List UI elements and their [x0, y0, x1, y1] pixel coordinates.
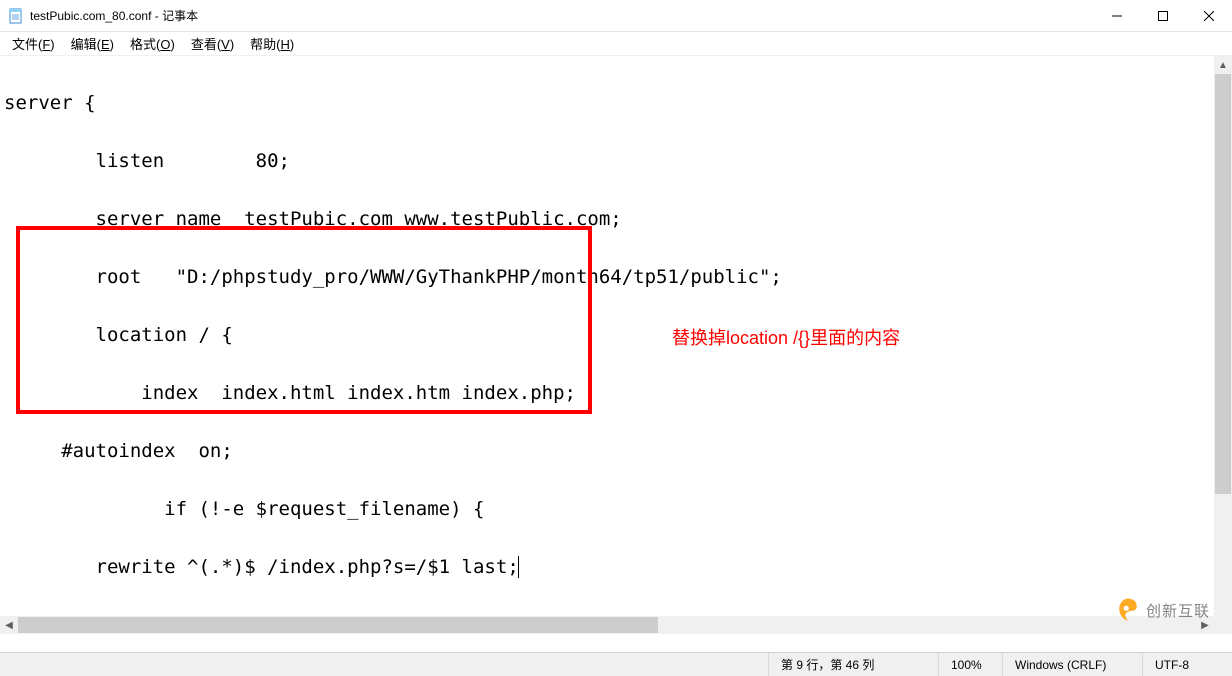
horizontal-scroll-track[interactable]	[18, 616, 1196, 634]
window-title: testPubic.com_80.conf - 记事本	[30, 7, 198, 24]
minimize-button[interactable]	[1094, 0, 1140, 31]
code-line[interactable]: rewrite ^(.*)$ /index.php?s=/$1 last;	[4, 553, 1210, 582]
status-eol: Windows (CRLF)	[1002, 653, 1142, 676]
menubar: 文件(F) 编辑(E) 格式(O) 查看(V) 帮助(H)	[0, 32, 1232, 56]
horizontal-scrollbar[interactable]: ◀ ▶	[0, 616, 1214, 634]
titlebar-left: testPubic.com_80.conf - 记事本	[0, 7, 198, 24]
menu-file[interactable]: 文件(F)	[4, 32, 63, 55]
code-line[interactable]: server {	[4, 89, 1210, 118]
statusbar: 第 9 行，第 46 列 100% Windows (CRLF) UTF-8	[0, 652, 1232, 676]
status-encoding: UTF-8	[1142, 653, 1232, 676]
vertical-scroll-thumb[interactable]	[1215, 74, 1231, 494]
window-controls	[1094, 0, 1232, 31]
text-caret	[518, 556, 519, 578]
horizontal-scroll-thumb[interactable]	[18, 617, 658, 633]
close-icon	[1204, 11, 1214, 21]
notepad-icon	[8, 8, 24, 24]
code-line[interactable]: #autoindex on;	[4, 437, 1210, 466]
menu-view[interactable]: 查看(V)	[183, 32, 242, 55]
menu-edit[interactable]: 编辑(E)	[63, 32, 122, 55]
status-position: 第 9 行，第 46 列	[768, 653, 938, 676]
code-line[interactable]: location / {	[4, 321, 1210, 350]
maximize-button[interactable]	[1140, 0, 1186, 31]
scroll-up-button[interactable]: ▲	[1214, 56, 1232, 74]
menu-help[interactable]: 帮助(H)	[242, 32, 302, 55]
code-line[interactable]: server_name testPubic.com www.testPublic…	[4, 205, 1210, 234]
notepad-window: testPubic.com_80.conf - 记事本 文件(F) 编辑(E) …	[0, 0, 1232, 676]
code-line[interactable]: index index.html index.htm index.php;	[4, 379, 1210, 408]
maximize-icon	[1158, 11, 1168, 21]
code-line[interactable]: if (!-e $request_filename) {	[4, 495, 1210, 524]
close-button[interactable]	[1186, 0, 1232, 31]
code-line[interactable]: root "D:/phpstudy_pro/WWW/GyThankPHP/mon…	[4, 263, 1210, 292]
code-line[interactable]: listen 80;	[4, 147, 1210, 176]
status-zoom: 100%	[938, 653, 1002, 676]
vertical-scrollbar[interactable]: ▲ ▼	[1214, 56, 1232, 634]
editor-area[interactable]: server { listen 80; server_name testPubi…	[0, 56, 1214, 634]
titlebar: testPubic.com_80.conf - 记事本	[0, 0, 1232, 32]
editor-wrap: server { listen 80; server_name testPubi…	[0, 56, 1232, 652]
menu-format[interactable]: 格式(O)	[122, 32, 183, 55]
vertical-scroll-track[interactable]	[1214, 74, 1232, 616]
scroll-left-button[interactable]: ◀	[0, 616, 18, 634]
scroll-corner	[1214, 616, 1232, 634]
code-text: rewrite ^(.*)$ /index.php?s=/$1 last;	[4, 556, 519, 578]
scroll-right-button[interactable]: ▶	[1196, 616, 1214, 634]
annotation-text: 替换掉location /{}里面的内容	[672, 324, 900, 350]
minimize-icon	[1112, 11, 1122, 21]
